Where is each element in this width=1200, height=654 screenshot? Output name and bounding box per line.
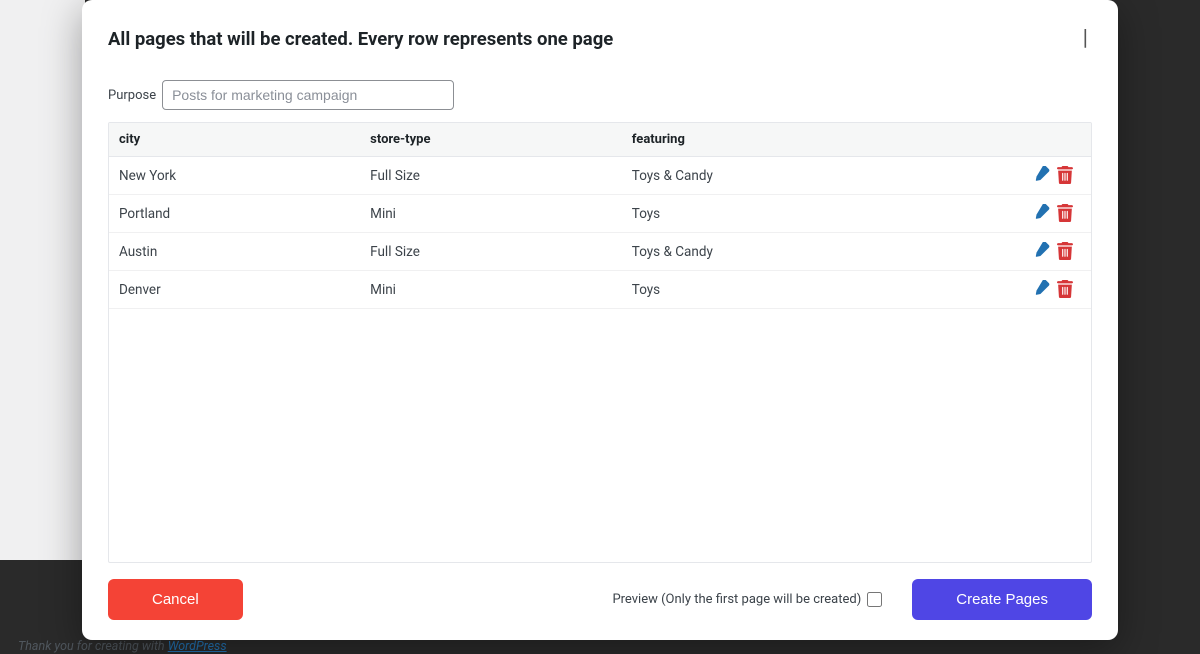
edit-icon[interactable]	[1035, 280, 1051, 296]
purpose-label: Purpose	[108, 88, 156, 103]
close-icon[interactable]: |	[1079, 28, 1092, 50]
table-header-row: city store-type featuring	[109, 123, 1091, 157]
cell-store-type: Mini	[360, 271, 622, 309]
cancel-button[interactable]: Cancel	[108, 579, 243, 620]
cell-featuring: Toys	[622, 195, 951, 233]
create-pages-button[interactable]: Create Pages	[912, 579, 1092, 620]
col-header-actions	[951, 123, 1091, 157]
delete-icon[interactable]	[1057, 204, 1073, 220]
purpose-row: Purpose	[108, 80, 1092, 110]
cell-store-type: Full Size	[360, 157, 622, 195]
modal-title: All pages that will be created. Every ro…	[108, 28, 613, 50]
delete-icon[interactable]	[1057, 166, 1073, 182]
cell-city: Austin	[109, 233, 360, 271]
cell-store-type: Full Size	[360, 233, 622, 271]
col-header-featuring: featuring	[622, 123, 951, 157]
delete-icon[interactable]	[1057, 242, 1073, 258]
cell-actions	[951, 271, 1091, 309]
cell-actions	[951, 195, 1091, 233]
cell-featuring: Toys & Candy	[622, 233, 951, 271]
footer-right: Preview (Only the first page will be cre…	[612, 579, 1092, 620]
create-pages-modal: All pages that will be created. Every ro…	[82, 0, 1118, 640]
preview-checkbox[interactable]	[867, 592, 882, 607]
edit-icon[interactable]	[1035, 166, 1051, 182]
modal-footer: Cancel Preview (Only the first page will…	[108, 579, 1092, 620]
table-row: New York Full Size Toys & Candy	[109, 157, 1091, 195]
cell-city: Portland	[109, 195, 360, 233]
cell-featuring: Toys	[622, 271, 951, 309]
col-header-store-type: store-type	[360, 123, 622, 157]
table-row: Austin Full Size Toys & Candy	[109, 233, 1091, 271]
purpose-input[interactable]	[162, 80, 454, 110]
background-panel	[0, 0, 85, 560]
edit-icon[interactable]	[1035, 242, 1051, 258]
table-row: Portland Mini Toys	[109, 195, 1091, 233]
edit-icon[interactable]	[1035, 204, 1051, 220]
cell-store-type: Mini	[360, 195, 622, 233]
delete-icon[interactable]	[1057, 280, 1073, 296]
preview-toggle[interactable]: Preview (Only the first page will be cre…	[612, 592, 882, 607]
cell-actions	[951, 233, 1091, 271]
cell-actions	[951, 157, 1091, 195]
modal-header: All pages that will be created. Every ro…	[108, 28, 1092, 50]
cell-featuring: Toys & Candy	[622, 157, 951, 195]
cell-city: New York	[109, 157, 360, 195]
col-header-city: city	[109, 123, 360, 157]
table-row: Denver Mini Toys	[109, 271, 1091, 309]
cell-city: Denver	[109, 271, 360, 309]
pages-table-wrap: city store-type featuring New York Full …	[108, 122, 1092, 563]
pages-table: city store-type featuring New York Full …	[109, 123, 1091, 309]
preview-label: Preview (Only the first page will be cre…	[612, 592, 861, 607]
